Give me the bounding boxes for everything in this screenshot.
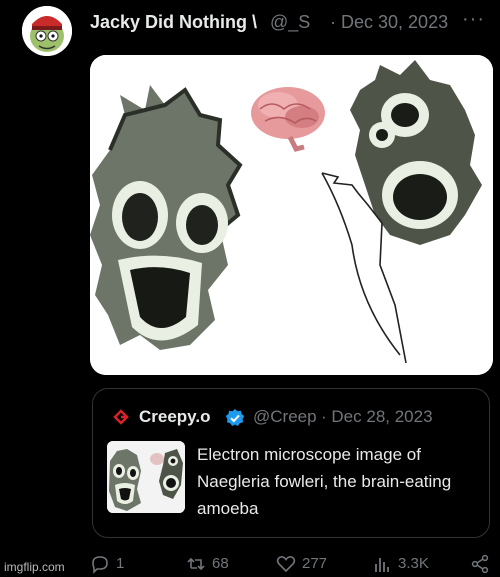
author-handle[interactable]: @_S (270, 12, 330, 33)
share-icon (471, 554, 489, 574)
imgflip-watermark: imgflip.com (4, 560, 65, 574)
quoted-thumbnail[interactable] (107, 441, 185, 513)
view-count: 3.3K (398, 555, 429, 572)
quoted-post[interactable]: Creepy.o @Creep · Dec 28, 2023 Electron … (92, 388, 490, 538)
verified-badge-icon (225, 409, 245, 426)
author-name[interactable]: Jacky Did Nothing \ (90, 12, 270, 33)
amoeba-meme-illustration (90, 55, 493, 375)
post-header: Jacky Did Nothing \ @_S · Dec 30, 2023 ·… (90, 8, 490, 36)
more-options-icon[interactable]: ··· (462, 8, 485, 31)
post-date[interactable]: · Dec 30, 2023 (330, 12, 448, 33)
reply-count: 1 (116, 555, 125, 572)
quoted-author-name[interactable]: Creepy.o (139, 407, 211, 427)
like-count: 277 (302, 555, 328, 572)
post-date-text: Dec 30, 2023 (341, 12, 449, 32)
repost-icon (187, 557, 205, 571)
heart-icon (276, 556, 296, 573)
amoeba-thumbnail-image (107, 441, 185, 513)
quoted-handle[interactable]: @Creep (253, 407, 319, 427)
bar-chart-icon (375, 558, 389, 572)
action-bar: 1 68 277 3.3K (90, 552, 495, 576)
quoted-post-header: Creepy.o @Creep · Dec 28, 2023 (111, 405, 481, 431)
reply-icon (92, 556, 108, 574)
date-separator: · (330, 12, 336, 32)
author-avatar[interactable] (22, 6, 72, 56)
quoted-date-separator: · (321, 407, 327, 426)
quoted-text: Electron microscope image of Naegleria f… (197, 445, 452, 518)
creepy-logo-icon (111, 407, 131, 427)
quoted-date-text: Dec 28, 2023 (331, 407, 433, 426)
repost-count: 68 (212, 555, 229, 572)
post-image[interactable] (90, 55, 493, 375)
avatar-image (22, 6, 72, 56)
quoted-date[interactable]: · Dec 28, 2023 (321, 407, 433, 427)
